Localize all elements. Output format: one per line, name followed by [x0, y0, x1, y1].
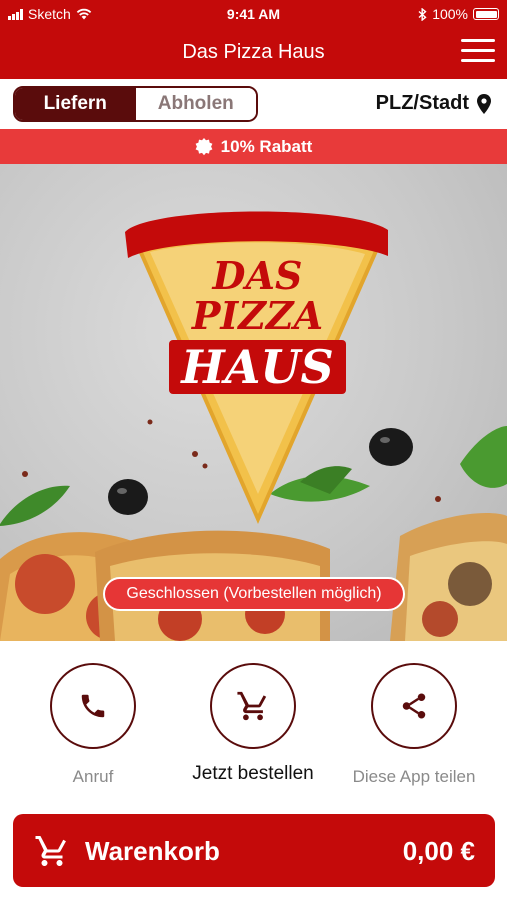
cart-button[interactable]: Warenkorb 0,00 €	[13, 814, 495, 887]
call-button[interactable]	[50, 663, 136, 749]
cart-total: 0,00 €	[402, 836, 475, 866]
discount-label: 10% Rabatt	[220, 136, 313, 156]
page-title: Das Pizza Haus	[182, 41, 325, 63]
app-header: Das Pizza Haus	[0, 27, 507, 79]
logo-text-pizza: PIZZA	[191, 293, 324, 338]
phone-icon	[81, 694, 105, 718]
share-action[interactable]: Diese App teilen	[329, 663, 499, 787]
badge-icon	[195, 137, 213, 155]
location-pin-icon	[477, 93, 491, 114]
store-status-pill[interactable]: Geschlossen (Vorbestellen möglich)	[103, 577, 405, 611]
tab-abholen[interactable]: Abholen	[135, 88, 256, 120]
cart-icon	[35, 836, 66, 866]
delivery-mode-toggle: Liefern Abholen	[13, 86, 258, 122]
logo-text-das: DAS	[212, 253, 303, 298]
order-now-label: Jetzt bestellen	[192, 763, 314, 784]
cart-icon	[237, 691, 267, 721]
hamburger-menu-icon[interactable]	[461, 39, 495, 67]
call-label: Anruf	[72, 767, 114, 786]
hero-banner: DAS PIZZA HAUS Geschlossen (Vorbestellen…	[0, 164, 507, 641]
order-action[interactable]: Jetzt bestellen	[168, 663, 338, 785]
logo: DAS PIZZA HAUS	[150, 256, 365, 394]
battery-icon	[473, 8, 499, 20]
battery-percent: 100%	[432, 6, 468, 22]
quick-actions: Anruf Jetzt bestellen Diese App teilen	[0, 641, 507, 806]
discount-banner: 10% Rabatt	[0, 129, 507, 164]
cart-label: Warenkorb	[85, 836, 220, 866]
share-icon	[402, 693, 426, 719]
tab-liefern[interactable]: Liefern	[15, 88, 136, 120]
hero-image	[0, 211, 507, 641]
call-action[interactable]: Anruf	[8, 663, 178, 787]
battery-group: 100%	[418, 6, 499, 22]
order-mode-row: Liefern Abholen PLZ/Stadt	[0, 79, 507, 129]
location-selector[interactable]: PLZ/Stadt	[376, 92, 491, 115]
bluetooth-icon	[418, 7, 427, 21]
order-now-button[interactable]	[210, 663, 296, 749]
share-label: Diese App teilen	[352, 767, 476, 786]
location-label: PLZ/Stadt	[375, 92, 469, 114]
logo-text-haus: HAUS	[169, 340, 346, 394]
status-bar: Sketch 9:41 AM 100%	[0, 0, 507, 27]
share-button[interactable]	[371, 663, 457, 749]
